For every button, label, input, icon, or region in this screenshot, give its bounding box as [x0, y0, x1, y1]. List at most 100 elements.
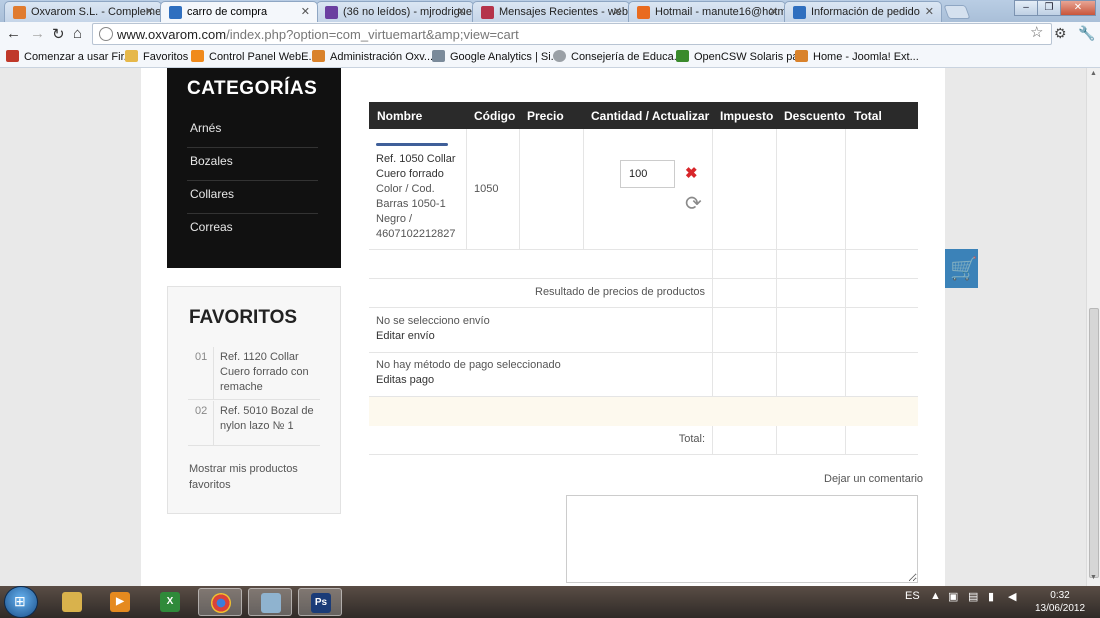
bookmark-item[interactable]: OpenCSW Solaris pa...	[676, 50, 808, 63]
bookmark-item[interactable]: Google Analytics | Si...	[432, 50, 560, 63]
mail-icon	[325, 6, 338, 19]
divider	[369, 278, 918, 279]
divider	[369, 307, 918, 308]
tab-carro-de-compra[interactable]: carro de compra ✕	[160, 1, 318, 22]
shipping-status: No se selecciono envío	[376, 315, 490, 327]
url-text: www.oxvarom.com/index.php?option=com_vir…	[117, 27, 519, 42]
comment-label: Dejar un comentario	[824, 473, 924, 485]
start-button[interactable]: ⊞	[4, 586, 38, 618]
page-info-icon[interactable]	[99, 27, 113, 41]
bookmark-item[interactable]: Consejería de Educa...	[553, 50, 683, 63]
attribute-line: 4607102212827	[376, 228, 456, 240]
taskbar-explorer[interactable]	[50, 588, 94, 616]
products-result-label: Resultado de precios de productos	[535, 286, 705, 298]
favorite-item[interactable]: 02 Ref. 5010 Bozal de nylon lazo № 1	[188, 401, 320, 446]
bookmark-label: OpenCSW Solaris pa...	[694, 51, 808, 63]
chrome-icon	[211, 593, 231, 613]
windows-taskbar: ⊞ ▶ X Ps ES ▲ ▣ ▤ ▮ ◀ 0:32 13/06/2012	[0, 586, 1100, 618]
taskbar-photoshop[interactable]: Ps	[298, 588, 342, 616]
favorite-label[interactable]: Ref. 5010 Bozal de nylon lazo № 1	[220, 404, 316, 434]
home-icon[interactable]: ⌂	[73, 25, 82, 42]
favorite-label[interactable]: Ref. 1120 Collar Cuero forrado con remac…	[220, 350, 316, 395]
browser-toolbar: ← → ↻ ⌂ www.oxvarom.com/index.php?option…	[0, 22, 1100, 46]
remove-icon[interactable]: ✖	[685, 164, 698, 182]
attribute-line: Negro /	[376, 213, 413, 225]
scroll-down-icon[interactable]: ▼	[1090, 574, 1097, 581]
address-bar[interactable]: www.oxvarom.com/index.php?option=com_vir…	[92, 23, 1052, 45]
firefox-icon	[6, 50, 19, 62]
close-icon[interactable]: ✕	[769, 5, 778, 18]
refresh-icon[interactable]: ⟳	[685, 191, 702, 216]
favorite-item[interactable]: 01 Ref. 1120 Collar Cuero forrado con re…	[188, 347, 320, 400]
category-item-correas[interactable]: Correas	[187, 214, 318, 247]
tab-mensajes[interactable]: Mensajes Recientes - webe ✕	[472, 1, 630, 22]
url-host: www.oxvarom.com	[117, 27, 227, 42]
bookmark-label: Administración Oxv...	[330, 51, 434, 63]
close-icon[interactable]: ✕	[457, 5, 466, 18]
folder-icon	[125, 50, 138, 62]
forward-icon[interactable]: →	[30, 25, 45, 42]
bookmark-item[interactable]: Control Panel WebE...	[191, 50, 318, 63]
attribute-line: Color / Cod.	[376, 183, 435, 195]
favorite-number: 02	[195, 405, 208, 417]
minimize-button[interactable]: –	[1014, 0, 1038, 16]
divider	[369, 352, 918, 353]
tab-informacion-pedido[interactable]: Información de pedido ✕	[784, 1, 942, 22]
bookmark-folder[interactable]: Favoritos	[125, 50, 188, 63]
product-name[interactable]: Ref. 1050 Collar Cuero forrado	[376, 152, 456, 182]
tab-hotmail[interactable]: Hotmail - manute16@hotm ✕	[628, 1, 786, 22]
favorites-module: FAVORITOS 01 Ref. 1120 Collar Cuero forr…	[167, 286, 341, 514]
tab-oxvarom[interactable]: Oxvarom S.L. - Complemen ✕	[4, 1, 162, 22]
back-icon[interactable]: ←	[6, 25, 21, 42]
taskbar-app[interactable]	[248, 588, 292, 616]
network-icon[interactable]: ▮	[988, 590, 994, 603]
scroll-thumb[interactable]	[1089, 308, 1099, 578]
show-hidden-icons-icon[interactable]: ▲	[930, 590, 941, 602]
category-item-bozales[interactable]: Bozales	[187, 148, 318, 181]
close-icon[interactable]: ✕	[925, 5, 934, 18]
header-total: Total	[854, 109, 882, 123]
bookmark-item[interactable]: Administración Oxv...	[312, 50, 433, 63]
extension-icon[interactable]: ⚙	[1054, 25, 1067, 42]
close-icon[interactable]: ✕	[301, 5, 310, 18]
new-tab-button[interactable]	[943, 5, 971, 19]
product-thumbnail[interactable]	[376, 143, 448, 146]
scroll-up-icon[interactable]: ▲	[1090, 70, 1097, 77]
tray-app-icon[interactable]: ▣	[948, 590, 958, 603]
tab-title: Mensajes Recientes - webe	[499, 6, 630, 18]
category-label: Correas	[190, 220, 233, 234]
tab-mail[interactable]: (36 no leídos) - mjrodrigue ✕	[316, 1, 474, 22]
wrench-icon[interactable]: 🔧	[1078, 25, 1095, 42]
tray-app-icon[interactable]: ▤	[968, 590, 978, 603]
bookmark-item[interactable]: Comenzar a usar Fir...	[6, 50, 133, 63]
edit-shipping-link[interactable]: Editar envío	[376, 329, 435, 344]
close-icon[interactable]: ✕	[145, 5, 154, 18]
close-icon[interactable]: ✕	[613, 5, 622, 18]
show-favorites-link[interactable]: Mostrar mis productos favoritos	[189, 461, 309, 493]
quantity-input[interactable]	[620, 160, 675, 188]
system-clock[interactable]: 0:32 13/06/2012	[1030, 589, 1090, 615]
header-precio: Precio	[527, 109, 564, 123]
divider	[583, 129, 584, 249]
bookmark-item[interactable]: Home - Joomla! Ext...	[795, 50, 919, 63]
close-window-button[interactable]: ✕	[1060, 0, 1096, 16]
category-item-arnes[interactable]: Arnés	[187, 115, 318, 148]
volume-icon[interactable]: ◀	[1008, 590, 1016, 603]
bookmark-label: Favoritos	[143, 51, 189, 63]
language-indicator[interactable]: ES	[905, 590, 920, 602]
category-item-collares[interactable]: Collares	[187, 181, 318, 214]
highlight-row	[369, 397, 918, 426]
maximize-button[interactable]: ❐	[1037, 0, 1061, 16]
taskbar-media-player[interactable]: ▶	[98, 588, 142, 616]
reload-icon[interactable]: ↻	[52, 25, 65, 43]
taskbar-excel[interactable]: X	[148, 588, 192, 616]
bookmark-star-icon[interactable]: ☆	[1030, 23, 1043, 41]
taskbar-chrome[interactable]	[198, 588, 242, 616]
product-name-line: Ref. 1050 Collar	[376, 153, 456, 165]
globe-icon	[553, 50, 566, 62]
edit-payment-link[interactable]: Editas pago	[376, 373, 434, 388]
page-scrollbar[interactable]: ▲ ▼	[1086, 68, 1100, 586]
joomla-icon	[13, 6, 26, 19]
comment-textarea[interactable]	[566, 495, 918, 583]
floating-cart-button[interactable]: 🛒	[945, 249, 978, 288]
